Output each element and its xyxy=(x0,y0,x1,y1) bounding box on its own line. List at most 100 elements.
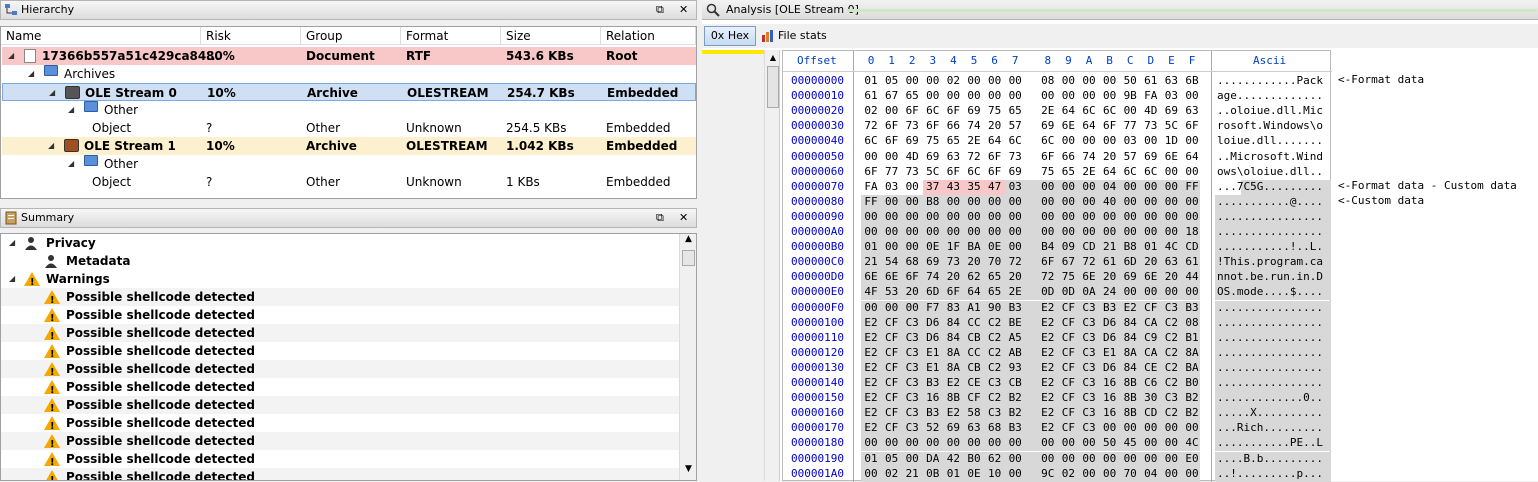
file-stats-button[interactable]: File stats xyxy=(762,26,827,46)
byte-cell[interactable]: CB xyxy=(966,331,982,344)
byte-cell[interactable]: CF xyxy=(1060,316,1076,329)
byte-cell[interactable]: 62 xyxy=(966,270,982,283)
byte-cell[interactable]: 66 xyxy=(945,119,961,132)
byte-cell[interactable]: E2 xyxy=(1040,406,1056,419)
byte-cell[interactable]: C2 xyxy=(987,346,1003,359)
byte-cell[interactable]: 00 xyxy=(1060,195,1076,208)
byte-cell[interactable]: 00 xyxy=(945,89,961,102)
byte-cell[interactable]: CF xyxy=(884,421,900,434)
byte-cell[interactable]: 63 xyxy=(966,421,982,434)
byte-cell[interactable]: 6F xyxy=(987,165,1003,178)
byte-cell[interactable]: 00 xyxy=(1163,452,1179,465)
byte-cell[interactable]: 65 xyxy=(987,285,1003,298)
column-header-risk[interactable]: Risk xyxy=(201,27,301,45)
byte-cell[interactable]: E2 xyxy=(1122,301,1138,314)
byte-cell[interactable]: B8 xyxy=(1122,240,1138,253)
byte-cell[interactable]: CF xyxy=(1060,421,1076,434)
byte-cell[interactable]: 67 xyxy=(1060,255,1076,268)
warning-item[interactable]: Possible shellcode detected xyxy=(1,450,679,472)
byte-cell[interactable]: 00 xyxy=(1184,195,1200,208)
byte-cell[interactable]: 00 xyxy=(1081,225,1097,238)
byte-cell[interactable]: 00 xyxy=(1081,180,1097,193)
byte-cell[interactable]: C9 xyxy=(1143,331,1159,344)
byte-cell[interactable]: 8B xyxy=(1122,391,1138,404)
byte-cell[interactable]: C2 xyxy=(1163,406,1179,419)
byte-cell[interactable]: 09 xyxy=(1060,240,1076,253)
ascii-cell[interactable]: OS.mode....$.... xyxy=(1217,285,1323,298)
byte-cell[interactable]: 00 xyxy=(925,210,941,223)
hex-view-button[interactable]: 0x Hex xyxy=(704,26,756,46)
byte-cell[interactable]: C2 xyxy=(1163,316,1179,329)
byte-cell[interactable]: 62 xyxy=(987,452,1003,465)
byte-cell[interactable]: B2 xyxy=(1007,391,1023,404)
byte-cell[interactable]: 0D xyxy=(1060,285,1076,298)
summary-scrollbar[interactable]: ▲ ▼ xyxy=(679,234,696,480)
byte-cell[interactable]: 6E xyxy=(1060,119,1076,132)
warning-item[interactable]: Possible shellcode detected xyxy=(1,360,679,382)
byte-cell[interactable]: DA xyxy=(925,452,941,465)
byte-cell[interactable]: 00 xyxy=(1081,195,1097,208)
privacy-row[interactable]: ◢ Privacy xyxy=(1,234,679,252)
byte-cell[interactable]: 69 xyxy=(925,255,941,268)
byte-cell[interactable]: 00 xyxy=(1143,180,1159,193)
byte-cell[interactable]: 0E xyxy=(987,240,1003,253)
byte-cell[interactable]: C3 xyxy=(1081,376,1097,389)
byte-cell[interactable]: 68 xyxy=(987,421,1003,434)
byte-cell[interactable]: 00 xyxy=(863,436,879,449)
byte-cell[interactable]: D6 xyxy=(925,331,941,344)
byte-cell[interactable]: 8B xyxy=(1122,376,1138,389)
byte-cell[interactable]: B3 xyxy=(925,376,941,389)
byte-cell[interactable]: C3 xyxy=(1081,406,1097,419)
byte-cell[interactable]: 00 xyxy=(966,74,982,87)
byte-cell[interactable]: 52 xyxy=(925,421,941,434)
byte-cell[interactable]: 00 xyxy=(1081,210,1097,223)
byte-cell[interactable]: BA xyxy=(966,240,982,253)
byte-cell[interactable]: 6C xyxy=(1122,165,1138,178)
byte-cell[interactable]: 8A xyxy=(945,346,961,359)
byte-cell[interactable]: 00 xyxy=(904,436,920,449)
byte-cell[interactable]: 65 xyxy=(987,270,1003,283)
byte-cell[interactable]: B3 xyxy=(1007,421,1023,434)
byte-cell[interactable]: 63 xyxy=(945,150,961,163)
ascii-cell[interactable]: ................ xyxy=(1217,225,1323,238)
byte-cell[interactable]: CA xyxy=(1143,316,1159,329)
byte-cell[interactable]: 00 xyxy=(1143,210,1159,223)
byte-cell[interactable]: 64 xyxy=(1060,104,1076,117)
collapse-icon[interactable]: ◢ xyxy=(48,137,54,155)
byte-cell[interactable]: 8B xyxy=(1122,406,1138,419)
byte-cell[interactable]: 75 xyxy=(1060,270,1076,283)
byte-cell[interactable]: 64 xyxy=(966,285,982,298)
byte-cell[interactable]: 21 xyxy=(1102,240,1118,253)
byte-cell[interactable]: 6F xyxy=(1040,255,1056,268)
warning-item[interactable]: Possible shellcode detected xyxy=(1,288,679,310)
byte-cell[interactable]: 00 xyxy=(1007,225,1023,238)
byte-cell[interactable]: E2 xyxy=(863,391,879,404)
byte-cell[interactable]: 00 xyxy=(904,452,920,465)
byte-cell[interactable]: 00 xyxy=(1143,134,1159,147)
byte-cell[interactable]: 75 xyxy=(925,134,941,147)
byte-cell[interactable]: FA xyxy=(863,180,879,193)
byte-cell[interactable]: 20 xyxy=(945,270,961,283)
tree-row[interactable]: ◢ OLE Stream 1 10% Archive OLESTREAM 1.042 KB… xyxy=(2,137,696,155)
ascii-cell[interactable]: ...........@.... xyxy=(1217,195,1323,208)
byte-cell[interactable]: 84 xyxy=(1122,331,1138,344)
ascii-cell[interactable]: .....X.......... xyxy=(1217,406,1323,419)
byte-cell[interactable]: 00 xyxy=(945,225,961,238)
byte-cell[interactable]: C2 xyxy=(1163,376,1179,389)
byte-cell[interactable]: 00 xyxy=(1163,180,1179,193)
warning-item[interactable]: Possible shellcode detected xyxy=(1,414,679,436)
byte-cell[interactable]: 6F xyxy=(904,270,920,283)
ascii-cell[interactable]: loiue.dll....... xyxy=(1217,134,1323,147)
byte-cell[interactable]: CF xyxy=(884,406,900,419)
byte-cell[interactable]: 64 xyxy=(1184,150,1200,163)
byte-cell[interactable]: 00 xyxy=(884,240,900,253)
byte-cell[interactable]: C3 xyxy=(1081,346,1097,359)
byte-cell[interactable]: 00 xyxy=(1143,285,1159,298)
byte-cell[interactable]: 00 xyxy=(1102,74,1118,87)
byte-cell[interactable]: E1 xyxy=(925,361,941,374)
byte-cell[interactable]: 00 xyxy=(1007,240,1023,253)
byte-cell[interactable]: 6F xyxy=(945,104,961,117)
ascii-cell[interactable]: ................ xyxy=(1217,376,1323,389)
byte-cell[interactable]: 57 xyxy=(1122,150,1138,163)
byte-cell[interactable]: E2 xyxy=(863,331,879,344)
